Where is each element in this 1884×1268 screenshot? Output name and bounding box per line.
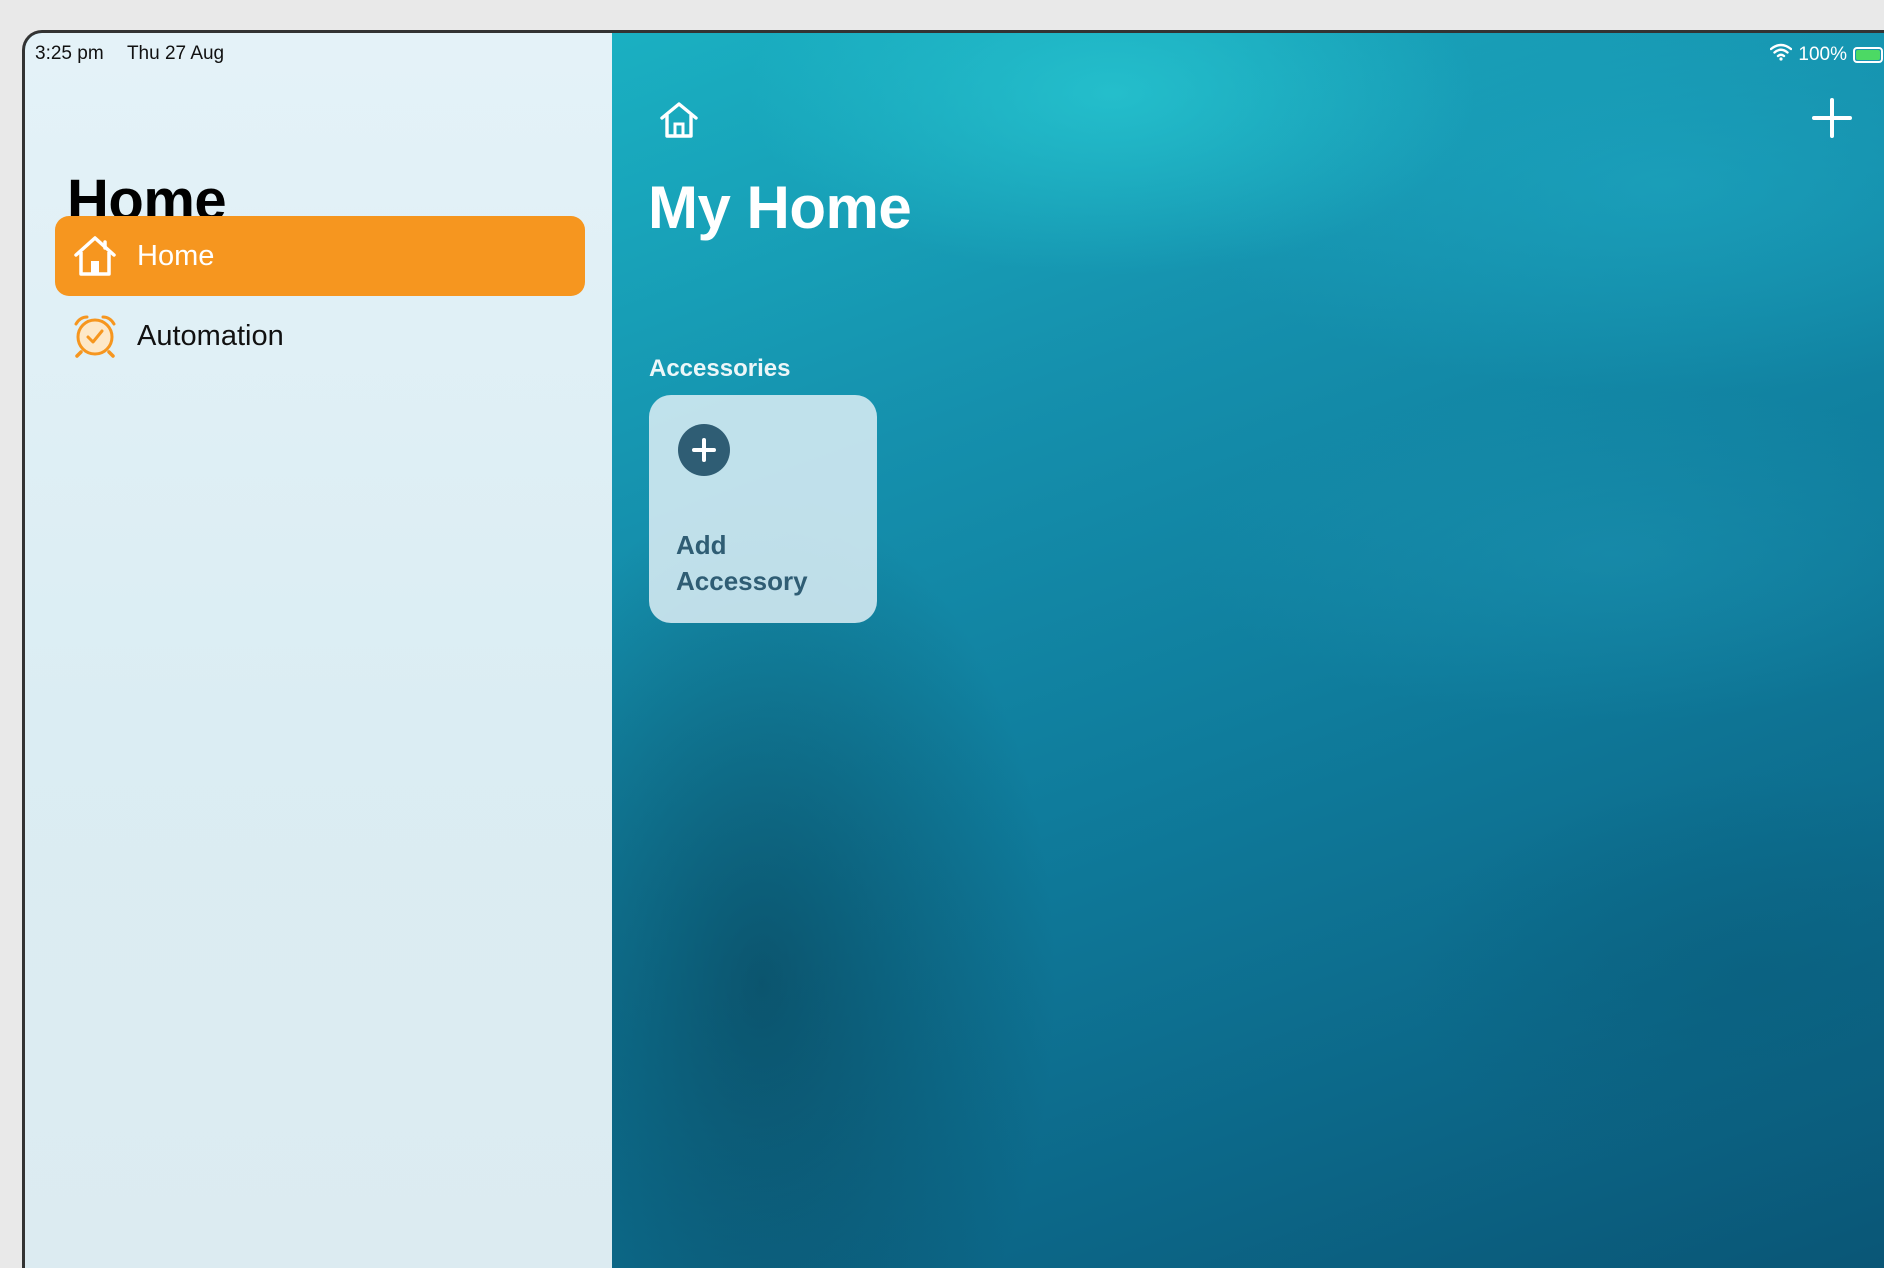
add-accessory-label-line1: Add [676,530,727,560]
sidebar-item-automation[interactable]: Automation [55,296,585,376]
page-title: My Home [648,174,912,241]
add-accessory-tile[interactable]: Add Accessory [649,395,877,623]
sidebar-item-label: Home [137,239,215,272]
add-accessory-label-line2: Accessory [676,566,808,596]
battery-charging-icon [1853,47,1883,63]
alarm-clock-icon [69,310,121,362]
sidebar-item-label: Automation [137,319,284,352]
plus-circle-icon [678,424,730,476]
ipad-screen: 3:25 pm Thu 27 Aug Home Home Automation … [22,30,1884,1268]
status-bar-right: 100% [1770,43,1883,67]
status-time: 3:25 pm [35,43,104,64]
status-date: Thu 27 Aug [126,43,225,64]
house-icon[interactable] [656,97,702,143]
wifi-icon [1770,43,1793,67]
section-label-accessories: Accessories [649,355,791,382]
add-accessory-label: Add Accessory [676,527,808,599]
main-content: 100% My Home Accessories Add Accessory [612,33,1884,1268]
plus-icon[interactable] [1807,93,1857,143]
sidebar-item-home[interactable]: Home [55,216,585,296]
status-bar-left: 3:25 pm Thu 27 Aug [35,43,224,65]
sidebar: 3:25 pm Thu 27 Aug Home Home Automation [25,33,612,1268]
house-icon [69,230,121,282]
battery-percent: 100% [1798,44,1847,65]
